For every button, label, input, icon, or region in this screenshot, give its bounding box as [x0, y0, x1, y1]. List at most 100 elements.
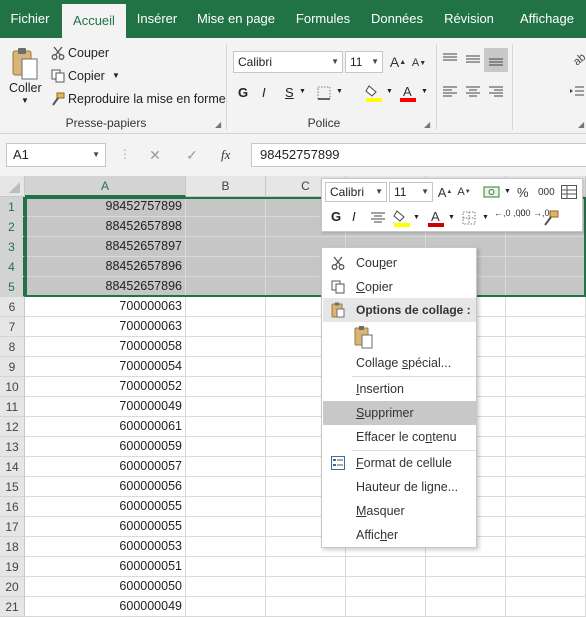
- format-painter-button[interactable]: Reproduire la mise en forme: [68, 92, 226, 106]
- mini-shrink-font-icon[interactable]: A ▼: [457, 184, 470, 200]
- cell-a[interactable]: 700000054: [25, 357, 186, 377]
- cell[interactable]: [506, 297, 586, 317]
- cell-a[interactable]: 600000051: [25, 557, 186, 577]
- bold-button[interactable]: G: [238, 85, 248, 100]
- font-launcher-icon[interactable]: ◢: [424, 120, 430, 129]
- cell-a[interactable]: 600000055: [25, 497, 186, 517]
- cell[interactable]: [266, 577, 346, 597]
- italic-button[interactable]: I: [262, 85, 266, 100]
- cell-a[interactable]: 600000055: [25, 517, 186, 537]
- middle-align-icon[interactable]: [464, 50, 482, 68]
- accounting-format-icon[interactable]: [482, 183, 504, 201]
- cell[interactable]: [426, 597, 506, 617]
- cell[interactable]: [506, 577, 586, 597]
- align-center-icon[interactable]: [464, 83, 482, 101]
- row-header[interactable]: 16: [0, 497, 25, 517]
- cell-a[interactable]: 600000049: [25, 597, 186, 617]
- cell-a[interactable]: 600000053: [25, 537, 186, 557]
- accounting-dropdown-icon[interactable]: ▼: [504, 188, 511, 195]
- clipboard-launcher-icon[interactable]: ◢: [215, 120, 221, 129]
- tab-donnees[interactable]: Données: [364, 0, 430, 38]
- cell[interactable]: [186, 537, 266, 557]
- cell[interactable]: [506, 557, 586, 577]
- cell-a[interactable]: 700000063: [25, 297, 186, 317]
- font-color-dropdown-icon[interactable]: ▼: [421, 88, 428, 95]
- row-header[interactable]: 20: [0, 577, 25, 597]
- cell[interactable]: [186, 477, 266, 497]
- paste-option-keep-source-icon[interactable]: [352, 325, 376, 349]
- cell[interactable]: [186, 377, 266, 397]
- cell[interactable]: [186, 497, 266, 517]
- mini-format-painter-icon[interactable]: [542, 209, 560, 227]
- cell-a[interactable]: 88452657896: [25, 257, 186, 277]
- cell[interactable]: [186, 197, 266, 217]
- increase-indent-icon[interactable]: [568, 83, 586, 101]
- cell[interactable]: [506, 457, 586, 477]
- cell[interactable]: [186, 397, 266, 417]
- row-header[interactable]: 18: [0, 537, 25, 557]
- decrease-decimal-button[interactable]: ,00 →,0: [518, 208, 550, 218]
- mini-borders-dropdown-icon[interactable]: ▼: [482, 214, 489, 221]
- underline-button[interactable]: S: [285, 85, 294, 100]
- tab-accueil[interactable]: Accueil: [62, 4, 126, 38]
- tab-fichier[interactable]: Fichier: [0, 0, 60, 38]
- percent-style-button[interactable]: %: [517, 185, 529, 200]
- copy-dropdown-icon[interactable]: ▼: [112, 71, 120, 80]
- tab-affichage[interactable]: Affichage: [508, 0, 586, 38]
- cell[interactable]: [506, 597, 586, 617]
- tab-formules[interactable]: Formules: [286, 0, 360, 38]
- paste-dropdown-icon[interactable]: ▼: [21, 96, 29, 105]
- cell[interactable]: [186, 277, 266, 297]
- row-header[interactable]: 3: [0, 237, 25, 257]
- cell-a[interactable]: 88452657898: [25, 217, 186, 237]
- cell[interactable]: [506, 517, 586, 537]
- context-menu-paste-special[interactable]: Collage spécial...: [323, 351, 476, 375]
- shrink-font-icon[interactable]: A ▼: [412, 54, 426, 72]
- mini-center-align-icon[interactable]: [370, 209, 386, 227]
- worksheet-grid[interactable]: A B C 1 98452757899 2 88452657898 3 884526578…: [0, 176, 586, 618]
- cell-a[interactable]: 600000057: [25, 457, 186, 477]
- mini-italic-button[interactable]: I: [352, 209, 356, 224]
- cell-a[interactable]: 88452657896: [25, 277, 186, 297]
- cell[interactable]: [346, 557, 426, 577]
- cell[interactable]: [506, 537, 586, 557]
- cell[interactable]: [186, 257, 266, 277]
- row-header[interactable]: 7: [0, 317, 25, 337]
- confirm-entry-icon[interactable]: ✓: [183, 146, 201, 164]
- cell-a[interactable]: 700000049: [25, 397, 186, 417]
- row-header[interactable]: 14: [0, 457, 25, 477]
- align-left-icon[interactable]: [441, 83, 459, 101]
- cell[interactable]: [506, 277, 586, 297]
- cell[interactable]: [506, 417, 586, 437]
- cell[interactable]: [506, 237, 586, 257]
- cell[interactable]: [506, 377, 586, 397]
- cell-a[interactable]: 600000050: [25, 577, 186, 597]
- cell[interactable]: [186, 457, 266, 477]
- row-header[interactable]: 2: [0, 217, 25, 237]
- cancel-entry-icon[interactable]: ✕: [146, 146, 164, 164]
- mini-font-name-dropdown[interactable]: Calibri ▼: [325, 182, 387, 202]
- cell[interactable]: [186, 557, 266, 577]
- cell[interactable]: [186, 217, 266, 237]
- cell-a[interactable]: 600000061: [25, 417, 186, 437]
- font-name-dropdown[interactable]: Calibri ▼: [233, 51, 343, 73]
- name-box[interactable]: A1 ▼: [6, 143, 106, 167]
- tab-mise-en-page[interactable]: Mise en page: [190, 0, 282, 38]
- alignment-launcher-icon[interactable]: ◢: [578, 120, 584, 129]
- cell[interactable]: [426, 577, 506, 597]
- row-header[interactable]: 17: [0, 517, 25, 537]
- cell[interactable]: [186, 437, 266, 457]
- mini-font-color-icon[interactable]: A: [426, 207, 446, 229]
- context-menu-row-height[interactable]: Hauteur de ligne...: [323, 475, 476, 499]
- cell-a[interactable]: 600000059: [25, 437, 186, 457]
- cell[interactable]: [186, 517, 266, 537]
- cell[interactable]: [506, 477, 586, 497]
- cell[interactable]: [506, 317, 586, 337]
- cell[interactable]: [186, 597, 266, 617]
- mini-grow-font-icon[interactable]: A ▲: [438, 183, 453, 201]
- font-size-dropdown[interactable]: 11 ▼: [345, 51, 383, 73]
- cell[interactable]: [506, 257, 586, 277]
- context-menu-unhide[interactable]: Afficher: [323, 523, 476, 547]
- formula-input[interactable]: 98452757899: [251, 143, 586, 167]
- cell[interactable]: [186, 577, 266, 597]
